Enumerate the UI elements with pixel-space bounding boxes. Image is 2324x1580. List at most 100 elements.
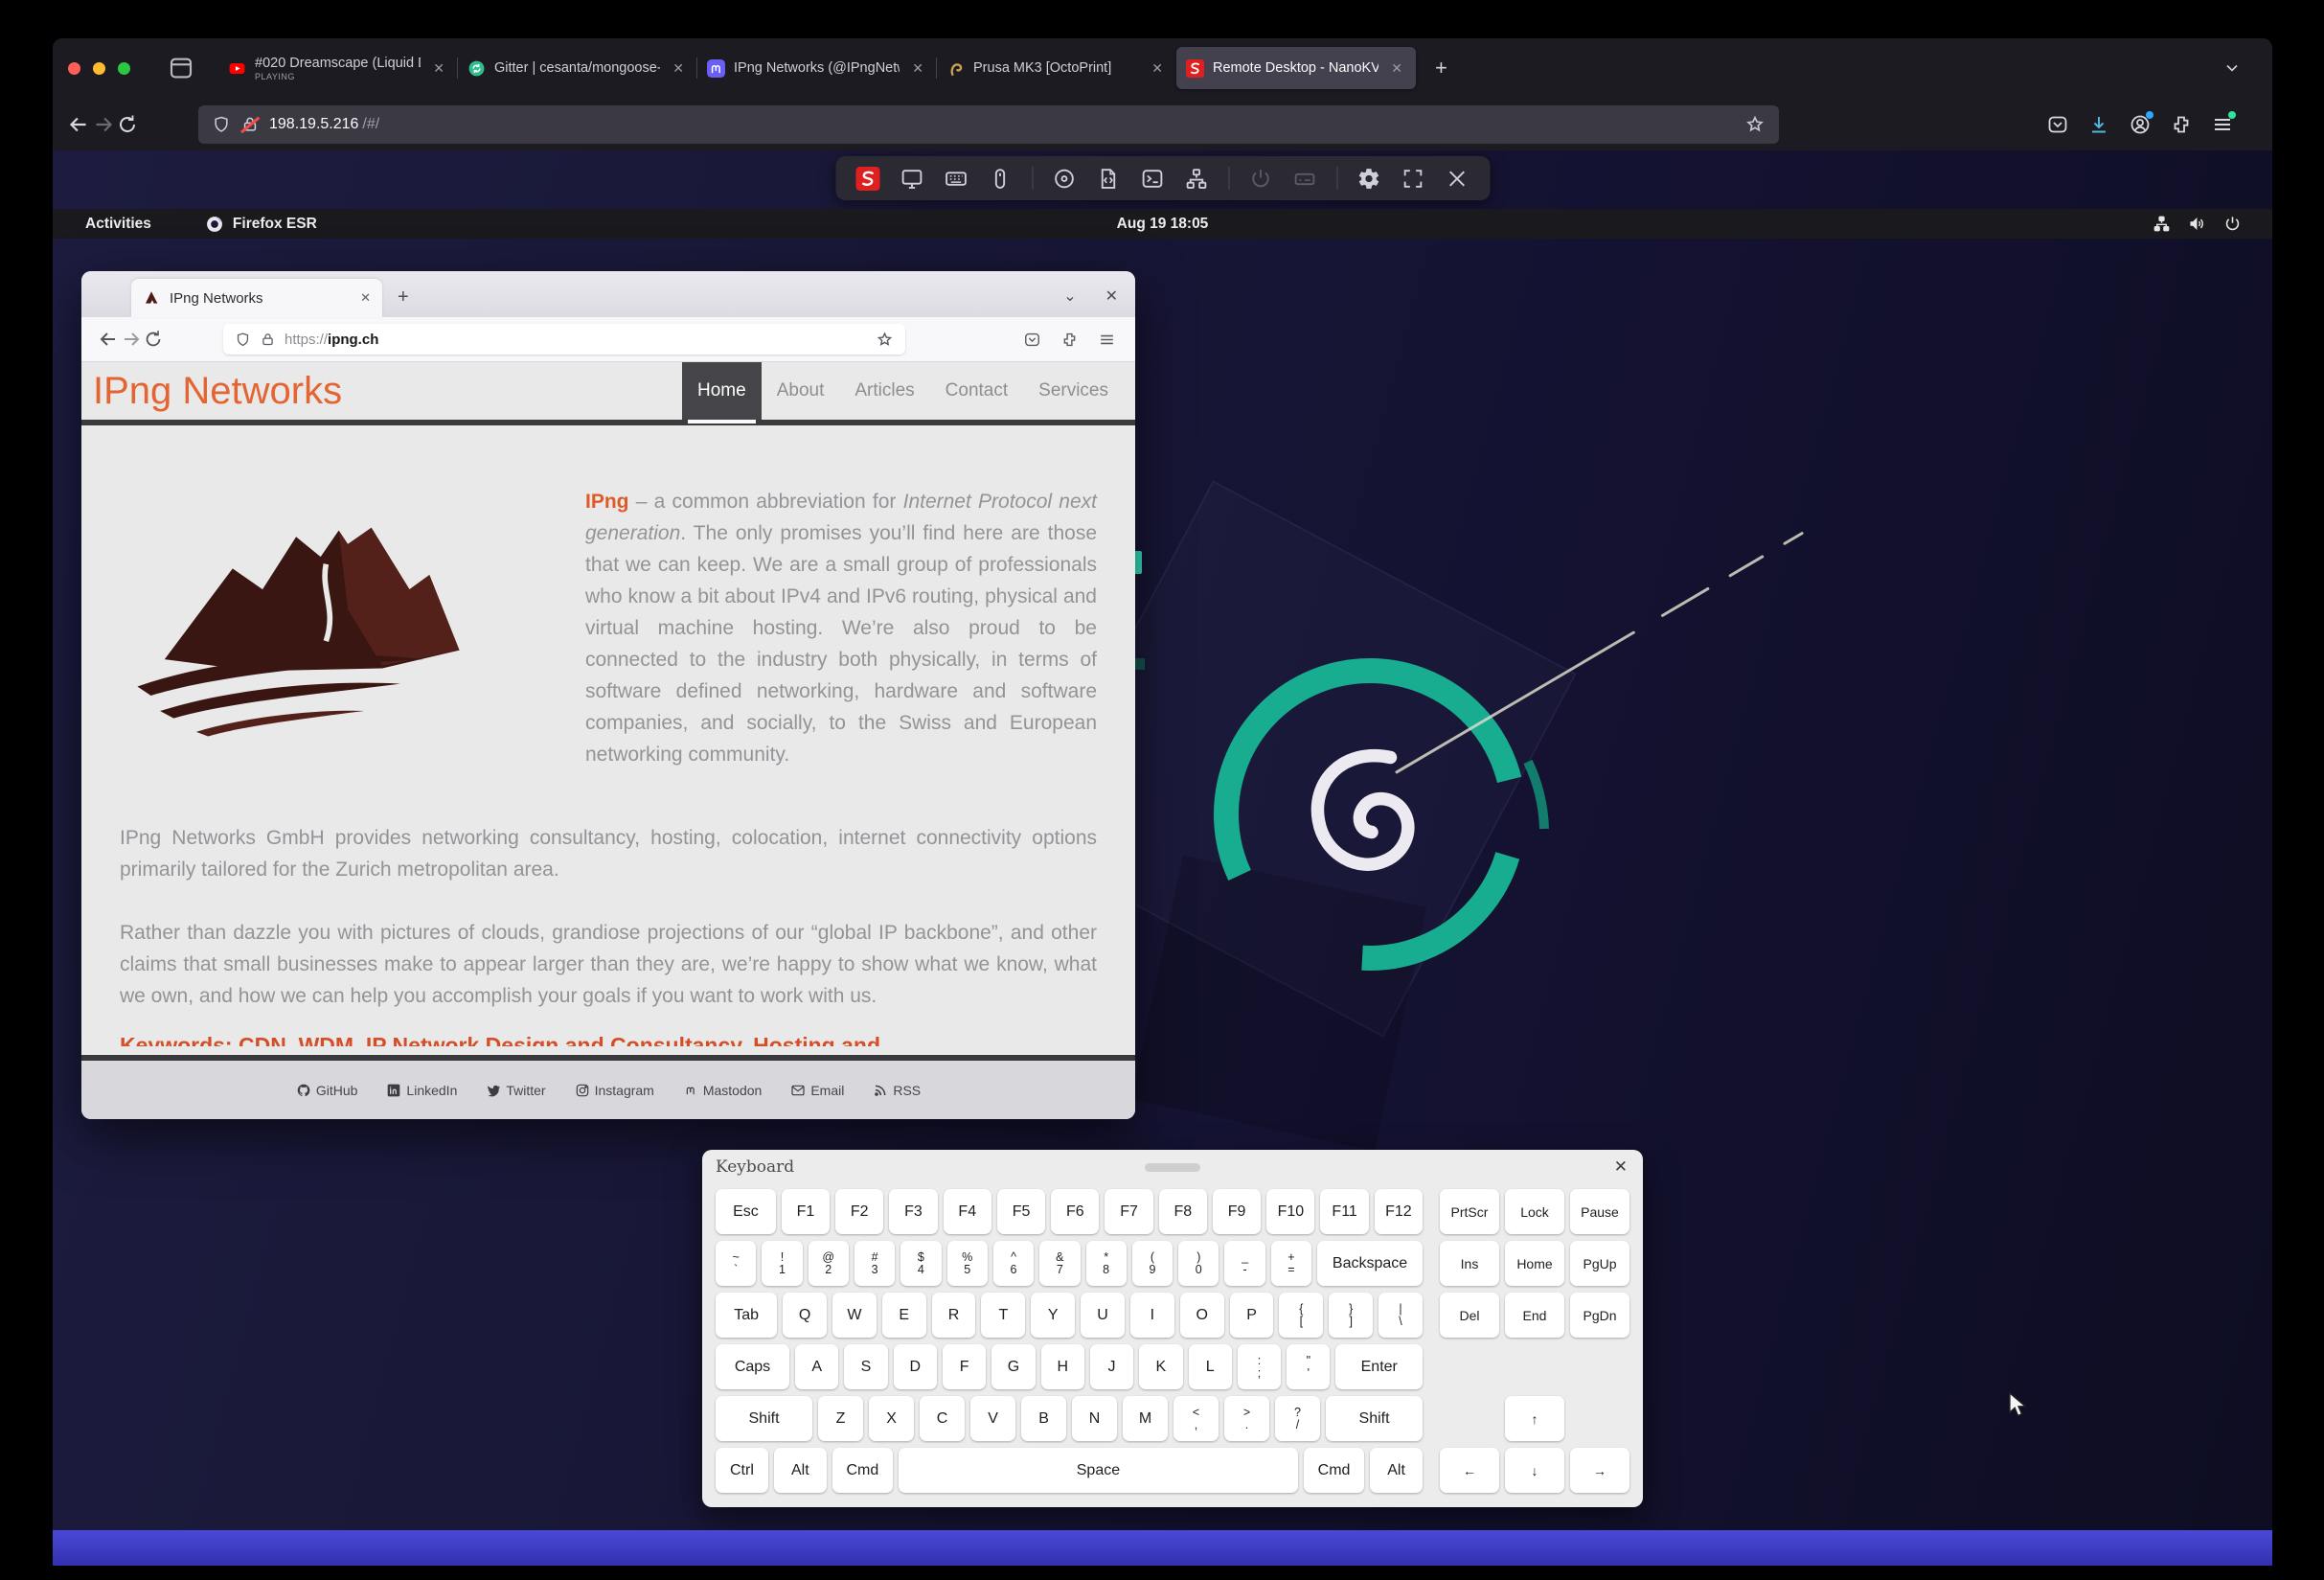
site-nav-contact[interactable]: Contact (930, 362, 1023, 420)
key-U[interactable]: U (1081, 1293, 1125, 1338)
key-Caps[interactable]: Caps (716, 1344, 789, 1389)
key-Ins[interactable]: Ins (1440, 1241, 1499, 1286)
key-→[interactable]: → (1570, 1448, 1629, 1493)
remote-pocket-save-icon[interactable] (1023, 331, 1041, 349)
remote-shield-icon[interactable] (235, 332, 251, 348)
disc-button[interactable] (1045, 159, 1083, 197)
footer-link-github[interactable]: GitHub (296, 1083, 358, 1098)
url-bar[interactable]: 198.19.5.216/#/ (198, 105, 1779, 144)
key-PgDn[interactable]: PgDn (1570, 1293, 1629, 1338)
key-A[interactable]: A (795, 1344, 838, 1389)
monitor-button[interactable] (893, 159, 931, 197)
key-F9[interactable]: F9 (1213, 1189, 1261, 1234)
remote-window-close-icon[interactable]: ✕ (1105, 286, 1118, 306)
key-M[interactable]: M (1123, 1396, 1168, 1441)
forward-icon[interactable] (91, 112, 116, 137)
key-Cmd[interactable]: Cmd (832, 1448, 893, 1493)
key-;[interactable]: :; (1238, 1344, 1281, 1389)
key-0[interactable]: )0 (1178, 1241, 1219, 1286)
key-B[interactable]: B (1021, 1396, 1066, 1441)
remote-bookmark-star-icon[interactable] (876, 331, 894, 349)
key-5[interactable]: %5 (947, 1241, 988, 1286)
key-3[interactable]: #3 (854, 1241, 895, 1286)
key-PgUp[interactable]: PgUp (1570, 1241, 1629, 1286)
key-'[interactable]: "' (1287, 1344, 1330, 1389)
key-PrtScr[interactable]: PrtScr (1440, 1189, 1499, 1234)
key-X[interactable]: X (869, 1396, 914, 1441)
key-Backspace[interactable]: Backspace (1317, 1241, 1423, 1286)
site-nav-home[interactable]: Home (682, 362, 762, 420)
key-F6[interactable]: F6 (1051, 1189, 1099, 1234)
keyboard-drag-handle[interactable] (1145, 1163, 1200, 1172)
site-nav-articles[interactable]: Articles (839, 362, 929, 420)
key-Enter[interactable]: Enter (1335, 1344, 1423, 1389)
key-F1[interactable]: F1 (782, 1189, 830, 1234)
shield-icon[interactable] (212, 115, 231, 134)
key-7[interactable]: &7 (1039, 1241, 1080, 1286)
mouse-button[interactable] (981, 159, 1019, 197)
remote-extensions-puzzle-icon[interactable] (1060, 331, 1079, 349)
key-W[interactable]: W (832, 1293, 877, 1338)
list-all-tabs-chevron-icon[interactable] (2222, 58, 2242, 78)
key-F5[interactable]: F5 (997, 1189, 1045, 1234)
footer-link-linkedin[interactable]: LinkedIn (386, 1083, 457, 1098)
key-Lock[interactable]: Lock (1505, 1189, 1564, 1234)
download-icon[interactable] (2087, 113, 2110, 136)
key-J[interactable]: J (1090, 1344, 1133, 1389)
key-V[interactable]: V (970, 1396, 1015, 1441)
fullscreen-button[interactable] (1394, 159, 1432, 197)
key-Esc[interactable]: Esc (716, 1189, 776, 1234)
focused-app[interactable]: Firefox ESR (205, 215, 317, 234)
key-O[interactable]: O (1180, 1293, 1224, 1338)
remote-window-titlebar[interactable]: IPng Networks ✕ + ⌄ ✕ (81, 271, 1135, 317)
remote-tab[interactable]: IPng Networks ✕ (131, 279, 382, 317)
key-F4[interactable]: F4 (944, 1189, 991, 1234)
keyboard-close-icon[interactable]: ✕ (1614, 1157, 1628, 1177)
key-F10[interactable]: F10 (1266, 1189, 1314, 1234)
key-Tab[interactable]: Tab (716, 1293, 777, 1338)
restore-chevron-icon[interactable]: ⌄ (1063, 286, 1076, 306)
key-8[interactable]: *8 (1086, 1241, 1127, 1286)
key-2[interactable]: @2 (809, 1241, 849, 1286)
key-Q[interactable]: Q (783, 1293, 827, 1338)
key-T[interactable]: T (981, 1293, 1025, 1338)
key-G[interactable]: G (991, 1344, 1035, 1389)
key-][interactable]: }] (1329, 1293, 1373, 1338)
footer-link-instagram[interactable]: Instagram (575, 1083, 654, 1098)
key-=[interactable]: += (1271, 1241, 1311, 1286)
insecure-lock-icon[interactable] (240, 115, 260, 134)
key-1[interactable]: !1 (762, 1241, 802, 1286)
clock[interactable]: Aug 19 18:05 (1117, 216, 1209, 233)
key-\[interactable]: |\ (1378, 1293, 1423, 1338)
key-E[interactable]: E (882, 1293, 926, 1338)
key-↓[interactable]: ↓ (1505, 1448, 1564, 1493)
footer-link-twitter[interactable]: Twitter (486, 1083, 545, 1098)
key-K[interactable]: K (1139, 1344, 1182, 1389)
key-L[interactable]: L (1189, 1344, 1232, 1389)
terminal-button[interactable] (1133, 159, 1172, 197)
menu-hamburger-icon[interactable] (2211, 113, 2234, 136)
key-Ctrl[interactable]: Ctrl (716, 1448, 768, 1493)
key-F11[interactable]: F11 (1320, 1189, 1368, 1234)
key-Y[interactable]: Y (1031, 1293, 1075, 1338)
remote-url-bar[interactable]: https://ipng.ch (223, 324, 905, 355)
key-←[interactable]: ← (1440, 1448, 1499, 1493)
tab-close-icon[interactable]: ✕ (908, 58, 927, 79)
key-F3[interactable]: F3 (889, 1189, 937, 1234)
reload-icon[interactable] (116, 113, 139, 136)
site-nav-services[interactable]: Services (1023, 362, 1124, 420)
key-F[interactable]: F (943, 1344, 986, 1389)
zoom-window-button[interactable] (118, 62, 130, 75)
close-window-button[interactable] (68, 62, 80, 75)
remote-menu-hamburger-icon[interactable] (1098, 331, 1116, 349)
new-tab-button[interactable]: + (1429, 55, 1453, 81)
account-icon[interactable] (2129, 113, 2152, 136)
remote-tab-close-icon[interactable]: ✕ (360, 290, 371, 306)
key-/[interactable]: ?/ (1275, 1396, 1320, 1441)
key-I[interactable]: I (1130, 1293, 1174, 1338)
key-End[interactable]: End (1505, 1293, 1564, 1338)
key-Z[interactable]: Z (818, 1396, 863, 1441)
key-C[interactable]: C (920, 1396, 965, 1441)
key-Space[interactable]: Space (899, 1448, 1298, 1493)
sipeed-logo-button[interactable] (849, 159, 887, 197)
